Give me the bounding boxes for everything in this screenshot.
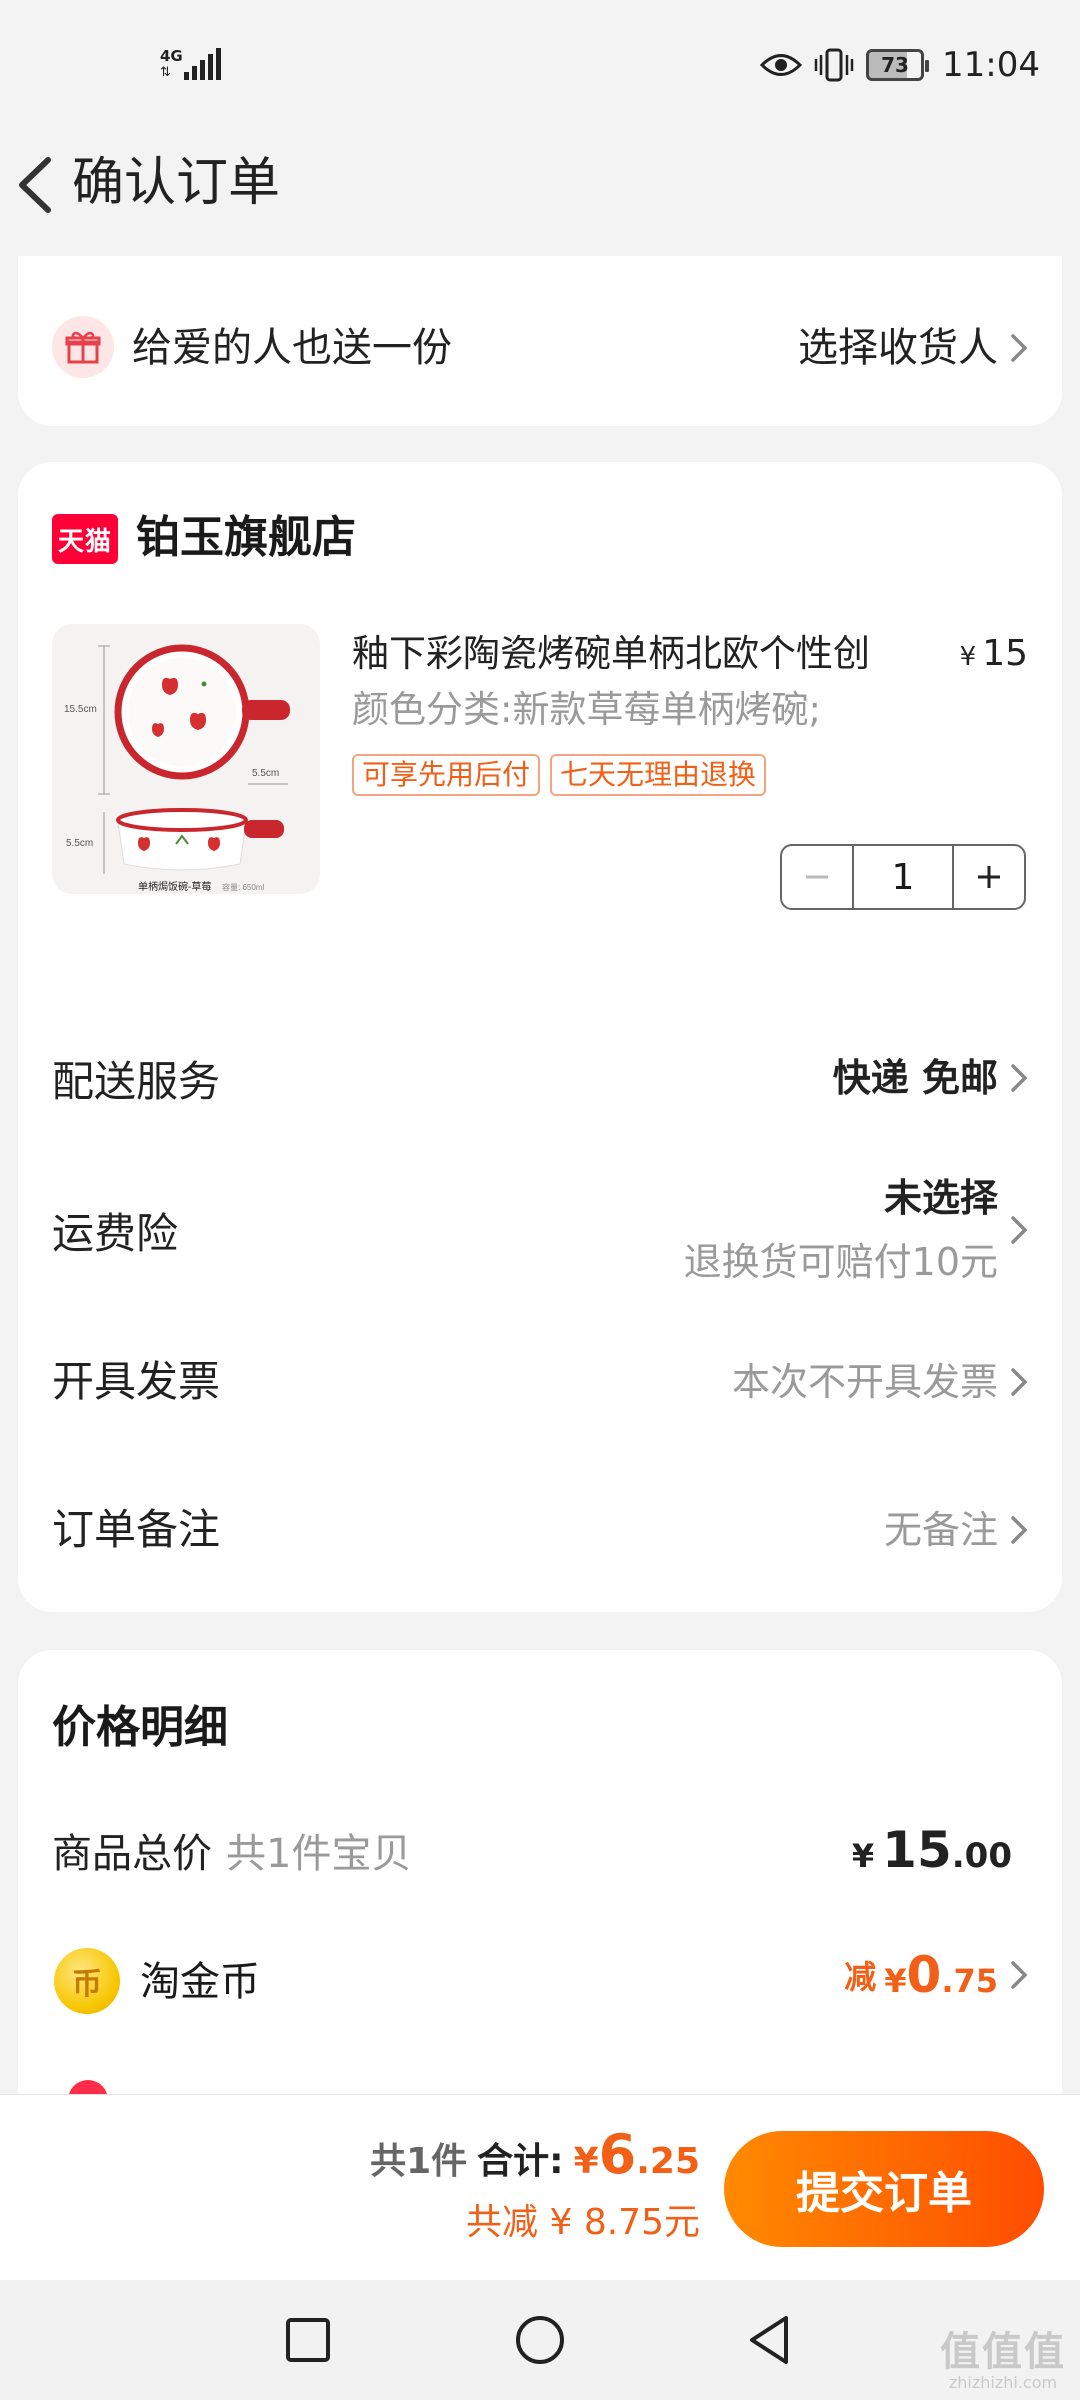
discount-currency: ¥ [884,1962,907,2000]
home-icon[interactable] [508,2308,572,2372]
chevron-right-icon [1011,334,1028,362]
product-dim-a: 15.5cm [64,704,97,715]
product-tags: 可享先用后付 七天无理由退换 [352,754,767,796]
order-remark-value: 无备注 [883,1508,998,1552]
tag-free-return: 七天无理由退换 [550,754,767,796]
freight-insurance-note: 退换货可赔付10元 [683,1240,998,1284]
back-nav-icon[interactable] [738,2308,802,2372]
store-name[interactable]: 铂玉旗舰店 [136,508,356,568]
page-title: 确认订单 [72,153,281,213]
goods-total-label: 商品总价 共1件宝贝 [52,1826,411,1882]
goods-count: 共1件宝贝 [226,1831,412,1877]
taojinbi-label: 淘金币 [140,1959,260,2005]
product-price-value: 15 [982,633,1028,674]
goods-total-currency: ¥ [851,1837,875,1875]
select-recipient-label: 选择收货人 [798,325,998,371]
product-price-currency: ¥ [959,642,977,672]
select-recipient-button[interactable]: 选择收货人 [798,320,1032,376]
submit-order-button[interactable]: 提交订单 [724,2131,1044,2247]
product-caption: 单柄焗饭碗-草莓 [138,880,211,893]
product-capacity: 容量: 650ml [222,882,264,892]
order-remark-row[interactable]: 订单备注 无备注 [18,1452,1062,1602]
discount-decimal: .75 [941,1962,998,2000]
eye-icon [760,54,803,76]
delivery-service-value: 快递 免邮 [832,1056,998,1100]
item-count: 共1件 [370,2141,468,2182]
minus-icon [806,875,828,879]
price-detail-title: 价格明细 [52,1702,228,1753]
plus-icon [978,866,1000,888]
product-dim-b: 5.5cm [252,768,279,779]
total-saved: 共减 ¥ 8.75元 [466,2202,700,2243]
checkout-bar: 共1件 合计: ¥6.25 共减 ¥ 8.75元 提交订单 [0,2094,1080,2280]
goods-total-integer: 15 [882,1821,952,1879]
price-detail-card: 价格明细 商品总价 共1件宝贝 ¥15.00 币 淘金币 减 ¥0.75 [18,1650,1062,2100]
discount-prefix: 减 [844,1958,877,1996]
order-remark-label: 订单备注 [52,1505,221,1554]
tag-pay-later: 可享先用后付 [352,754,541,796]
sum-label: 合计: [477,2141,564,2182]
chevron-right-icon [1011,1516,1028,1544]
product-price: ¥15 [960,628,1028,683]
freight-insurance-row[interactable]: 运费险 未选择 退换货可赔付10元 [18,1142,1062,1312]
freight-insurance-label: 运费险 [52,1209,179,1258]
gift-card[interactable]: 给爱的人也送一份 选择收货人 [18,256,1062,426]
product-sku[interactable]: 颜色分类:新款草莓单柄烤碗; [352,684,821,736]
watermark-logo: 值值值 [940,2329,1066,2375]
sum-decimal: .25 [636,2141,700,2182]
recent-apps-icon[interactable] [276,2308,340,2372]
system-nav-bar: 值值值 zhizhizhi.com [0,2280,1080,2400]
taojinbi-amount: ¥0.75 [884,1946,998,2004]
goods-total-decimal: .00 [951,1836,1012,1876]
sum-integer: 6 [598,2123,637,2186]
discount-integer: 0 [906,1946,942,2004]
invoice-value: 本次不开具发票 [731,1360,998,1404]
tmall-logo: 天猫 [52,514,118,564]
vibrate-icon [814,48,854,82]
order-card: 天猫 铂玉旗舰店 15.5cm 5.5cm 5.5cm 单柄焗饭碗-草莓 容量:… [18,462,1062,1612]
watermark: 值值值 zhizhizhi.com [940,2330,1066,2392]
chevron-right-icon [1011,1216,1028,1244]
gift-text: 给爱的人也送一份 [132,325,452,371]
quantity-value[interactable]: 1 [854,846,952,908]
invoice-row[interactable]: 开具发票 本次不开具发票 [18,1312,1062,1452]
delivery-service-label: 配送服务 [52,1057,221,1106]
quantity-decrease-button[interactable] [782,846,854,908]
status-right-group: 73 11:04 [760,40,1040,90]
goods-total-value: ¥15.00 [852,1818,1012,1894]
sum-price: ¥6.25 [574,2123,700,2186]
cellular-signal-icon: 4G ⇅ [160,44,221,84]
goods-total-text: 商品总价 [52,1831,212,1877]
chevron-right-icon [1011,1961,1028,1989]
battery-icon: 73 [866,49,930,81]
freight-insurance-value: 未选择 [883,1176,998,1220]
status-bar: 4G ⇅ 73 11:04 [0,0,1080,130]
sum-currency: ¥ [573,2141,599,2182]
product-title[interactable]: 釉下彩陶瓷烤碗单柄北欧个性创 [352,628,952,680]
product-dim-c: 5.5cm [66,838,93,849]
chevron-right-icon [1011,1368,1028,1396]
delivery-service-row[interactable]: 配送服务 快递 免邮 [18,1022,1062,1142]
taojinbi-coin-icon: 币 [54,1948,120,2014]
chevron-right-icon [1011,1064,1028,1092]
invoice-label: 开具发票 [52,1357,221,1406]
back-arrow-icon[interactable] [12,150,62,220]
quantity-stepper: 1 [780,844,1026,910]
quantity-increase-button[interactable] [952,846,1024,908]
order-summary: 共1件 合计: ¥6.25 [370,2123,700,2186]
network-activity: ⇅ [160,65,171,80]
network-type: 4G [160,47,183,65]
taojinbi-discount[interactable]: 减 ¥0.75 [844,1946,1032,2004]
product-image[interactable]: 15.5cm 5.5cm 5.5cm 单柄焗饭碗-草莓 容量: 650ml [52,624,320,894]
watermark-url: zhizhizhi.com [948,2373,1058,2392]
gift-icon [52,316,114,378]
clock: 11:04 [942,45,1040,85]
